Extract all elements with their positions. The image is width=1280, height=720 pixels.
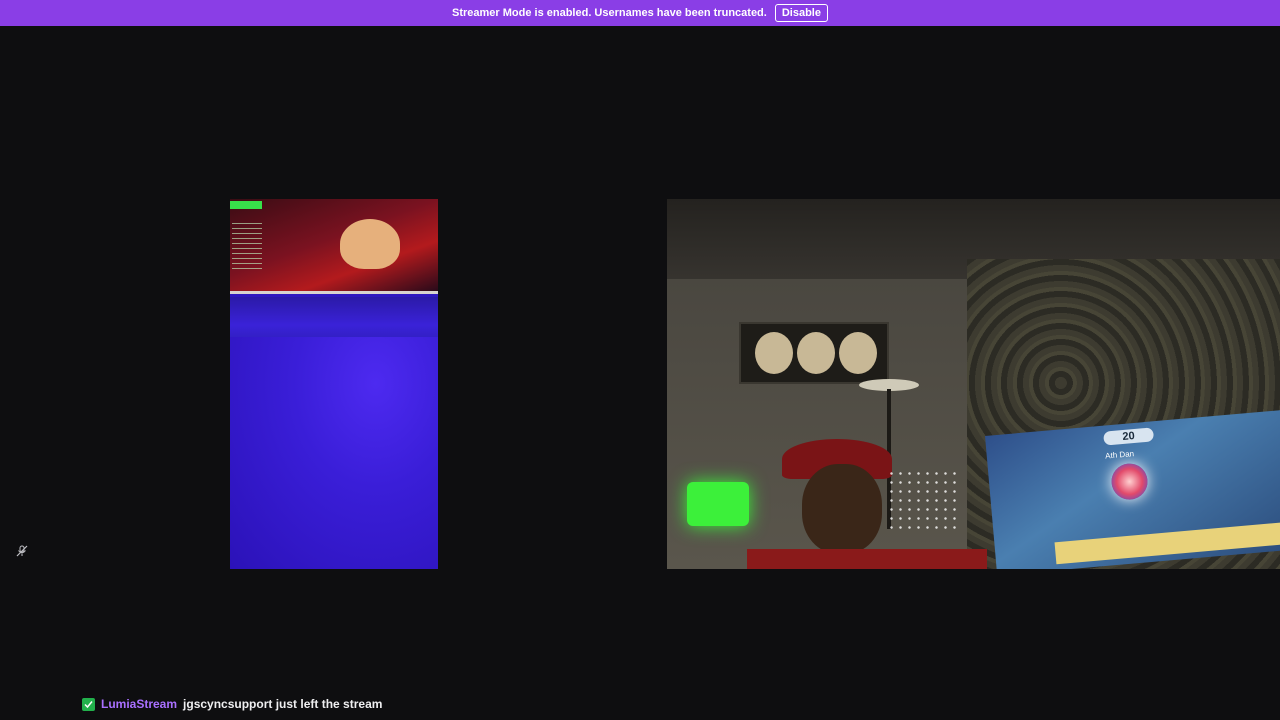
streamer-mode-message: Streamer Mode is enabled. Usernames have… <box>452 7 767 19</box>
phone-camera-feed <box>230 199 438 569</box>
chat-message: jgscyncsupport just left the stream <box>183 697 383 711</box>
video-player[interactable]: 20 Ath Dan <box>0 26 1280 720</box>
game-score: 20 <box>1103 427 1155 446</box>
wall-poster <box>739 322 889 384</box>
verified-badge-icon <box>82 697 95 711</box>
mute-icon[interactable] <box>16 545 28 557</box>
webcam-feed: 20 Ath Dan <box>667 199 1280 569</box>
chat-username[interactable]: LumiaStream <box>101 697 177 711</box>
microphone <box>687 482 749 526</box>
game-screen: 20 Ath Dan <box>985 408 1280 569</box>
game-player-name: Ath Dan <box>1104 449 1135 461</box>
streamer-mode-banner: Streamer Mode is enabled. Usernames have… <box>0 0 1280 26</box>
tv-screen <box>230 199 438 294</box>
chat-notification: LumiaStream jgscyncsupport just left the… <box>82 696 382 712</box>
string-lights <box>887 469 957 529</box>
disable-streamer-mode-button[interactable]: Disable <box>774 4 828 22</box>
